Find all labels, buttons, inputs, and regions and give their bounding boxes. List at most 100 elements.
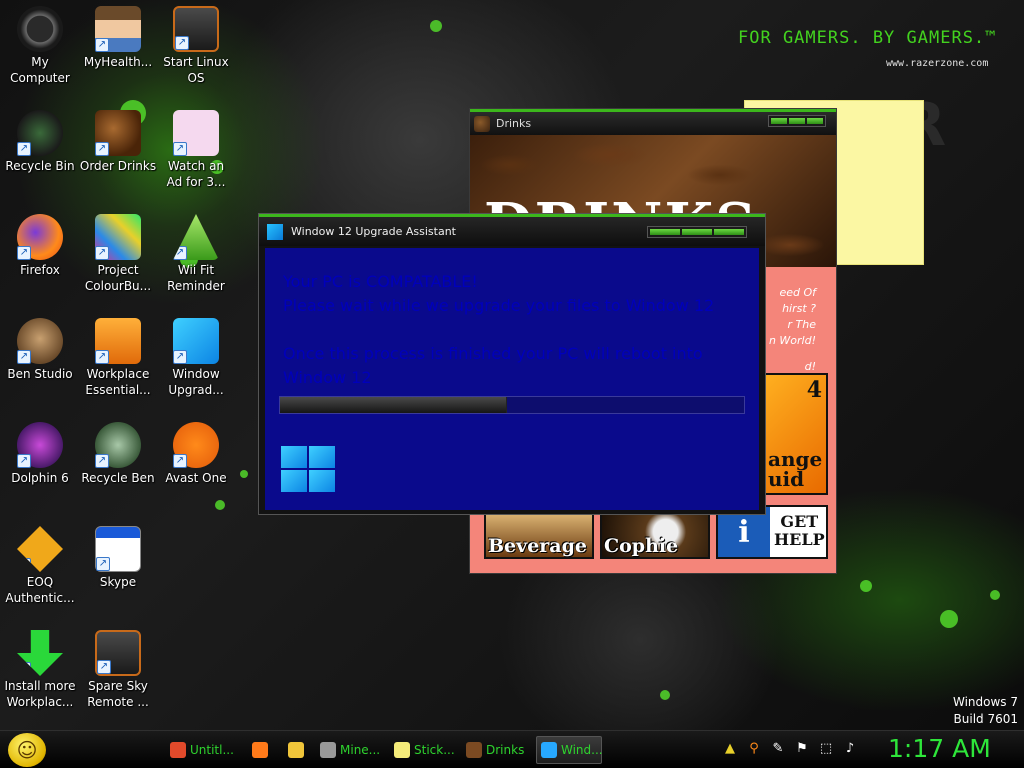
shortcut-arrow-icon: ↗ [17, 662, 31, 676]
computer-icon [17, 6, 63, 52]
cophie-tile-label: Cophie [604, 535, 679, 557]
upgrade-progress-bar [279, 396, 745, 414]
key-icon: ↗ [17, 526, 63, 572]
desktop-icon-label: EOQ Authentic... [5, 575, 75, 605]
shortcut-arrow-icon: ↗ [96, 557, 110, 571]
taskbar-item[interactable]: Stick... [390, 736, 456, 764]
upgrade-assistant-window[interactable]: Window 12 Upgrade Assistant Your PC is C… [258, 213, 766, 515]
search-icon[interactable]: ⚲ [746, 740, 762, 756]
taskbar-item[interactable] [284, 736, 304, 764]
maximize-button[interactable] [789, 118, 805, 124]
desktop-icon-label: MyHealth... [83, 55, 153, 69]
desktop-icon-label: Ben Studio [7, 367, 73, 381]
upgrade-title-bar[interactable]: Window 12 Upgrade Assistant [259, 214, 765, 246]
desktop-icon-label: Workplace Essential... [85, 367, 151, 397]
window-controls[interactable] [768, 115, 826, 127]
windows-logo-icon [541, 742, 557, 758]
drinks-title-bar[interactable]: Drinks [470, 109, 836, 135]
get-help-label: GET HELP [774, 512, 825, 549]
network-icon[interactable]: ⬚ [818, 740, 834, 756]
clock[interactable]: 1:17 AM [888, 734, 991, 763]
upgrade-status-line: Please wait while we upgrade your files … [283, 296, 715, 315]
wallpaper-splatter [215, 500, 225, 510]
close-button[interactable] [807, 118, 823, 124]
desktop-icon-label: My Computer [10, 55, 70, 85]
taskbar-item-label: Drinks [486, 743, 525, 757]
desktop-icon-label: Recycle Bin [5, 159, 75, 173]
desktop-icon[interactable]: ↗ MyHealth... [78, 6, 158, 70]
desktop-icon-label: Avast One [165, 471, 227, 485]
desktop-icon[interactable]: ↗ Spare Sky Remote ... [78, 630, 158, 710]
desktop-icon-label: Skype [99, 575, 137, 589]
beverage-tile[interactable]: Beverage [484, 513, 594, 559]
upgrade-window-title: Window 12 Upgrade Assistant [291, 225, 456, 238]
desktop-icon[interactable]: ↗ Watch an Ad for 3... [156, 110, 236, 190]
recycle-bin-icon: ↗ [17, 110, 63, 156]
taskbar-item[interactable]: Drinks [462, 736, 530, 764]
desktop-icon[interactable]: ↗ Install more Workplac... [0, 630, 80, 710]
desktop-icon[interactable]: My Computer [0, 6, 80, 86]
desktop-icon[interactable]: ↗ Project ColourBu... [78, 214, 158, 294]
taskbar-item[interactable]: Wind... [536, 736, 603, 764]
start-button[interactable]: ☺ [8, 733, 46, 767]
coffee-beans-icon [474, 115, 490, 132]
drinks-side-text: r The [787, 318, 816, 331]
desktop-icon-label: Window Upgrad... [168, 367, 224, 397]
minimize-button[interactable] [650, 229, 680, 235]
close-button[interactable] [714, 229, 744, 235]
desktop-icon[interactable]: ↗ Workplace Essential... [78, 318, 158, 398]
window-icon: ↗ [95, 526, 141, 572]
slogan-text: FOR GAMERS. BY GAMERS.™ [738, 28, 997, 48]
windows-logo-icon [281, 446, 335, 492]
beverage-tile-label: Beverage [488, 535, 587, 557]
desktop-icon[interactable]: ↗ Ben Studio [0, 318, 80, 382]
desktop-icon[interactable]: ↗ Recycle Bin [0, 110, 80, 174]
volume-icon[interactable]: ♪ [842, 740, 858, 756]
desktop-icon[interactable]: ↗ EOQ Authentic... [0, 526, 80, 606]
taskbar-item[interactable]: Untitl... [166, 736, 234, 764]
shortcut-arrow-icon: ↗ [95, 142, 109, 156]
triangle-icon[interactable]: ▲ [722, 740, 738, 756]
pen-icon[interactable]: ✎ [770, 740, 786, 756]
taskbar-item[interactable]: Mine... [316, 736, 382, 764]
desktop-icon[interactable]: ↗ Avast One [156, 422, 236, 486]
flag-icon[interactable]: ⚑ [794, 740, 810, 756]
desktop-icon[interactable]: ↗ Skype [78, 526, 158, 590]
shortcut-arrow-icon: ↗ [97, 660, 111, 674]
desktop-icon[interactable]: ↗ Recycle Ben [78, 422, 158, 486]
os-name: Windows 7 [952, 695, 1018, 709]
wallpaper-splatter [990, 590, 1000, 600]
desktop-icon-label: Start Linux OS [163, 55, 229, 85]
window-controls[interactable] [647, 226, 747, 238]
monitor-icon: ↗ [173, 6, 219, 52]
cophie-tile[interactable]: Cophie [600, 513, 710, 559]
wallpaper-splatter [860, 580, 872, 592]
shortcut-arrow-icon: ↗ [173, 142, 187, 156]
windows-logo-icon [267, 223, 283, 240]
desktop-icon-label: Install more Workplac... [4, 679, 76, 709]
triangle-icon: ↗ [173, 214, 219, 260]
desktop-icon-label: Dolphin 6 [11, 471, 69, 485]
desktop-icon[interactable]: ↗ Wii Fit Reminder [156, 214, 236, 294]
desktop-icon[interactable]: ↗ Firefox [0, 214, 80, 278]
shortcut-arrow-icon: ↗ [17, 454, 31, 468]
desktop-icon[interactable]: ↗ Start Linux OS [156, 6, 236, 86]
orange-tile-number: 4 [806, 377, 822, 403]
shortcut-arrow-icon: ↗ [173, 350, 187, 364]
desktop-icon[interactable]: ↗ Window Upgrad... [156, 318, 236, 398]
shortcut-arrow-icon: ↗ [95, 454, 109, 468]
desktop-icon-label: Project ColourBu... [84, 263, 152, 293]
wallpaper-splatter [940, 610, 958, 628]
upgrade-status-line: Once this process is finished your PC wi… [283, 344, 703, 363]
folder-icon: ↗ [95, 318, 141, 364]
orange-tile-text: ange uid [768, 447, 823, 491]
minimize-button[interactable] [771, 118, 787, 124]
desktop-icon-label: Spare Sky Remote ... [87, 679, 149, 709]
orange-juice-tile[interactable]: 4 ange uid [762, 373, 828, 495]
desktop-icon[interactable]: ↗ Dolphin 6 [0, 422, 80, 486]
shortcut-arrow-icon: ↗ [17, 142, 31, 156]
desktop-icon[interactable]: ↗ Order Drinks [78, 110, 158, 174]
taskbar-item[interactable] [248, 736, 268, 764]
maximize-button[interactable] [682, 229, 712, 235]
avast-icon: ↗ [173, 422, 219, 468]
